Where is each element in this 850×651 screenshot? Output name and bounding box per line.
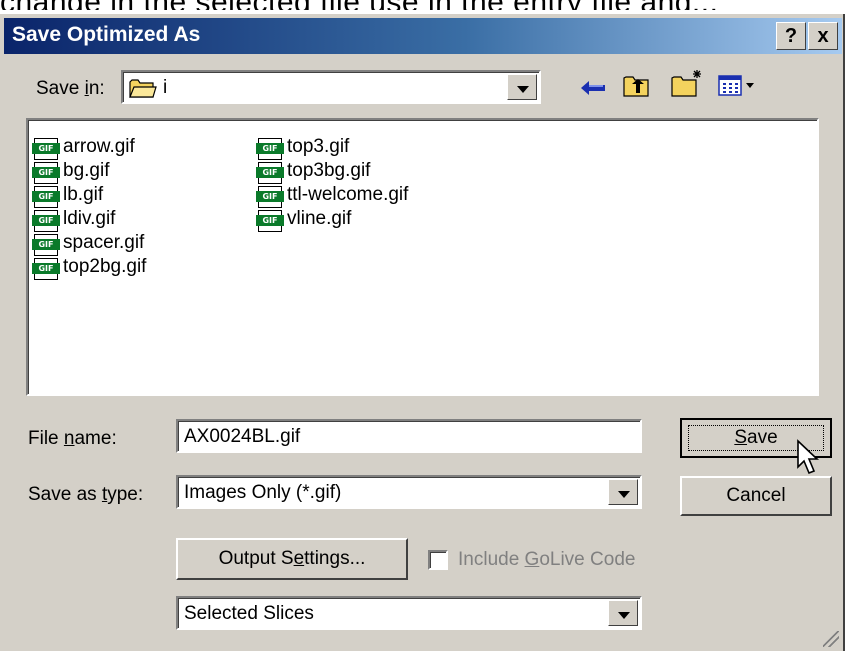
file-list[interactable]: GIF arrow.gif GIF bg.gif GIF lb.gif GIF …	[26, 118, 819, 396]
gif-file-icon: GIF	[256, 138, 284, 160]
save-in-folder-name: i	[163, 77, 168, 98]
save-as-type-label: Save as type:	[28, 484, 144, 505]
help-button[interactable]: ?	[776, 22, 806, 50]
gif-file-icon: GIF	[32, 210, 60, 232]
save-optimized-as-dialog: Save Optimized As ? x Save in: i GIF arr…	[0, 14, 845, 651]
save-as-type-dropdown-button[interactable]	[608, 479, 638, 505]
gif-file-icon: GIF	[256, 210, 284, 232]
output-settings-button[interactable]: Output Settings...	[176, 538, 408, 580]
window-title: Save Optimized As	[12, 23, 201, 46]
gif-file-icon: GIF	[32, 162, 60, 184]
save-in-dropdown-button[interactable]	[507, 74, 537, 100]
include-golive-label: Include GoLive Code	[458, 549, 636, 570]
gif-file-icon: GIF	[32, 258, 60, 280]
title-bar[interactable]: Save Optimized As ? x	[4, 18, 842, 54]
slices-dropdown-button[interactable]	[608, 600, 638, 626]
gif-file-icon: GIF	[32, 234, 60, 256]
gif-file-icon: GIF	[32, 138, 60, 160]
folder-icon	[129, 77, 157, 104]
file-name-label: File name:	[28, 428, 117, 449]
save-in-label: Save in:	[36, 78, 105, 99]
gif-file-icon: GIF	[32, 186, 60, 208]
gif-file-icon: GIF	[256, 186, 284, 208]
back-arrow-icon[interactable]	[579, 76, 609, 105]
file-name-input[interactable]: AX0024BL.gif	[176, 419, 642, 453]
include-golive-checkbox[interactable]	[428, 550, 448, 570]
background-window-text: change in the selected file use in the e…	[0, 0, 850, 10]
save-as-type-dropdown[interactable]: Images Only (*.gif)	[176, 475, 642, 509]
resize-grip-icon[interactable]	[823, 631, 839, 647]
gif-file-icon: GIF	[256, 162, 284, 184]
up-folder-icon[interactable]	[622, 72, 652, 105]
close-button[interactable]: x	[808, 22, 838, 50]
cancel-button[interactable]: Cancel	[680, 476, 832, 516]
slices-dropdown[interactable]: Selected Slices	[176, 596, 642, 630]
mouse-cursor-icon	[796, 439, 822, 482]
new-folder-icon[interactable]	[670, 68, 704, 105]
save-in-dropdown[interactable]: i	[121, 70, 541, 104]
view-menu-icon[interactable]	[718, 74, 758, 103]
